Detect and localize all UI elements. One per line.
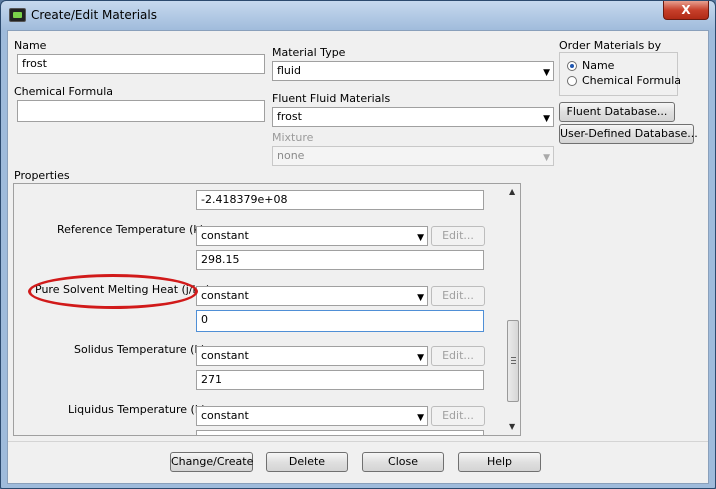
pure-solvent-melting-heat-method-dropdown[interactable]: constant ▼	[196, 286, 428, 306]
scroll-up-icon[interactable]: ▲	[509, 187, 515, 196]
solidus-temperature-label: Solidus Temperature (k)	[74, 343, 206, 356]
window-close-button[interactable]: X	[663, 1, 709, 20]
pure-solvent-melting-heat-edit-button: Edit...	[431, 286, 485, 306]
order-by-formula-radio[interactable]	[567, 76, 577, 86]
fluent-fluid-materials-dropdown[interactable]: frost ▼	[272, 107, 554, 127]
chevron-down-icon: ▼	[417, 413, 424, 423]
chevron-down-icon: ▼	[543, 114, 550, 124]
close-button[interactable]: Close	[362, 452, 444, 472]
fluent-app-icon	[9, 8, 26, 22]
order-by-name-label: Name	[582, 59, 615, 72]
liquidus-temperature-method-dropdown[interactable]: constant ▼	[196, 406, 428, 426]
liquidus-temperature-method: constant	[201, 409, 249, 422]
order-by-formula-label: Chemical Formula	[582, 74, 682, 87]
fluent-fluid-materials-value: frost	[277, 110, 302, 123]
solidus-temperature-method: constant	[201, 349, 249, 362]
pure-solvent-melting-heat-field[interactable]: 0	[196, 310, 484, 332]
grip-icon	[511, 357, 516, 358]
user-defined-database-button[interactable]: User-Defined Database...	[559, 124, 698, 144]
reference-temperature-label: Reference Temperature (k)	[57, 223, 205, 236]
material-type-dropdown[interactable]: fluid ▼	[272, 61, 554, 81]
liquidus-temperature-field[interactable]	[196, 430, 484, 435]
order-materials-group: Name Chemical Formula	[559, 52, 682, 96]
solidus-temperature-edit-button: Edit...	[431, 346, 485, 366]
chevron-down-icon: ▼	[543, 153, 550, 163]
chevron-down-icon: ▼	[417, 293, 424, 303]
scroll-down-icon[interactable]: ▼	[509, 422, 515, 431]
title-bar[interactable]: Create/Edit Materials X	[1, 1, 715, 29]
order-by-name-radio[interactable]	[567, 61, 577, 71]
property-value-field[interactable]: -2.418379e+08	[196, 190, 484, 210]
properties-scrollbar[interactable]: ▲ ▼	[506, 184, 520, 435]
chevron-down-icon: ▼	[417, 353, 424, 363]
liquidus-temperature-label: Liquidus Temperature (k)	[68, 403, 206, 416]
solidus-temperature-method-dropdown[interactable]: constant ▼	[196, 346, 428, 366]
solidus-temperature-field[interactable]: 271	[196, 370, 484, 390]
window-title: Create/Edit Materials	[31, 8, 157, 22]
fluent-fluid-materials-label: Fluent Fluid Materials	[272, 92, 391, 105]
chemical-formula-field[interactable]	[17, 100, 265, 122]
name-label: Name	[14, 39, 47, 52]
dialog-body: Name frost Chemical Formula Material Typ…	[7, 30, 709, 484]
material-type-label: Material Type	[272, 46, 346, 59]
chevron-down-icon: ▼	[543, 68, 550, 78]
properties-label: Properties	[14, 169, 70, 182]
chevron-down-icon: ▼	[417, 233, 424, 243]
liquidus-temperature-edit-button: Edit...	[431, 406, 485, 426]
reference-temperature-edit-button: Edit...	[431, 226, 485, 246]
reference-temperature-method-dropdown[interactable]: constant ▼	[196, 226, 428, 246]
reference-temperature-field[interactable]: 298.15	[196, 250, 484, 270]
button-bar-separator	[8, 441, 708, 442]
help-button[interactable]: Help	[458, 452, 541, 472]
chemical-formula-label: Chemical Formula	[14, 85, 114, 98]
mixture-label: Mixture	[272, 131, 314, 144]
reference-temperature-method: constant	[201, 229, 249, 242]
change-create-button[interactable]: Change/Create	[170, 452, 253, 472]
scrollbar-thumb[interactable]	[507, 320, 519, 402]
order-materials-label: Order Materials by	[559, 39, 662, 52]
name-field[interactable]: frost	[17, 54, 265, 74]
material-type-value: fluid	[277, 64, 301, 77]
fluent-database-button[interactable]: Fluent Database...	[559, 102, 675, 122]
properties-panel: -2.418379e+08 Reference Temperature (k) …	[13, 183, 521, 436]
mixture-dropdown: none ▼	[272, 146, 554, 166]
materials-dialog: Create/Edit Materials X Name frost Chemi…	[0, 0, 716, 489]
mixture-value: none	[277, 149, 305, 162]
highlight-ellipse	[28, 274, 198, 309]
delete-button[interactable]: Delete	[266, 452, 348, 472]
pure-solvent-melting-heat-method: constant	[201, 289, 249, 302]
